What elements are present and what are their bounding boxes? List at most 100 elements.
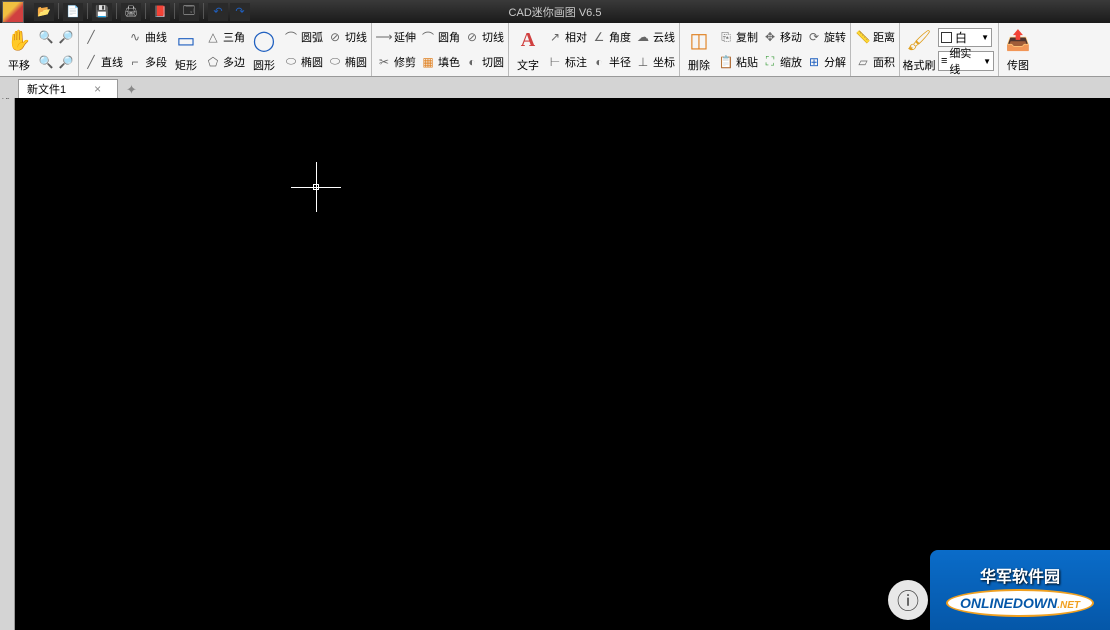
rotate-button[interactable]: ⟳旋转 xyxy=(804,25,848,49)
radius-button[interactable]: ◐半径 xyxy=(589,50,633,74)
fillet-button[interactable]: ⌒圆角 xyxy=(418,25,462,49)
measure-group: 📏距离 ▱面积 xyxy=(851,23,900,76)
cloud-button[interactable]: ☁云线 xyxy=(633,25,677,49)
decompose-button[interactable]: ⊞分解 xyxy=(804,50,848,74)
quick-access-toolbar: 📂 📄 💾 🖨 📕 🗔 ↶ ↷ xyxy=(34,3,250,21)
color-swatch xyxy=(941,32,952,43)
move-icon: ✥ xyxy=(762,29,778,45)
paste-button[interactable]: 📋粘贴 xyxy=(716,50,760,74)
redo-icon[interactable]: ↷ xyxy=(230,3,250,21)
draw-group: ╱ ╱直线 ∿曲线 ⌐多段 ▭ 矩形 △三角 ⬠多边 ◯ 圆形 ⌒圆弧 ⬭椭圆 … xyxy=(79,23,372,76)
line-label-button[interactable]: ╱直线 xyxy=(81,50,125,74)
scale-button[interactable]: ⛶缩放 xyxy=(760,50,804,74)
angle-icon: ∠ xyxy=(591,29,607,45)
trim-button[interactable]: ✂修剪 xyxy=(374,50,418,74)
pan-button[interactable]: ✋ 平移 xyxy=(2,24,36,75)
side-panel[interactable]: 图形 xyxy=(0,77,15,630)
add-tab-icon[interactable]: ✦ xyxy=(122,82,141,98)
ellipse2-icon: ⬭ xyxy=(327,54,343,70)
export-icon[interactable]: 📕 xyxy=(150,3,170,21)
modify-group: ⟶延伸 ✂修剪 ⌒圆角 ▦填色 ⊘切线 ◐切圆 xyxy=(372,23,509,76)
delete-button[interactable]: ◫ 删除 xyxy=(682,24,716,75)
zoom-all-button[interactable]: 🔎 xyxy=(56,50,76,74)
lineweight-select[interactable]: ≡ 细实线 ▼ xyxy=(938,51,994,71)
ellipse-button[interactable]: ⬭椭圆 xyxy=(281,50,325,74)
undo-icon[interactable]: ↶ xyxy=(208,3,228,21)
zoom-all-icon: 🔎 xyxy=(58,54,74,70)
text-button[interactable]: A 文字 xyxy=(511,24,545,75)
mark-icon: ⊢ xyxy=(547,54,563,70)
transfer-group: 📤 传图 xyxy=(999,23,1037,76)
rect-button[interactable]: ▭ 矩形 xyxy=(169,24,203,75)
area-button[interactable]: ▱面积 xyxy=(853,50,897,74)
copy-button[interactable]: ⎘复制 xyxy=(716,25,760,49)
triangle-icon: △ xyxy=(205,29,221,45)
new-icon[interactable]: 📄 xyxy=(63,3,83,21)
format-group: 🖌 格式刷 白 ▼ ≡ 细实线 ▼ xyxy=(900,23,999,76)
titlebar: 📂 📄 💾 🖨 📕 🗔 ↶ ↷ CAD迷你画图 V6.5 xyxy=(0,0,1110,23)
trim-icon: ✂ xyxy=(376,54,392,70)
transfer-button[interactable]: 📤 传图 xyxy=(1001,24,1035,75)
paste-icon: 📋 xyxy=(718,54,734,70)
curve-icon: ∿ xyxy=(127,29,143,45)
rotate-icon: ⟳ xyxy=(806,29,822,45)
area-icon: ▱ xyxy=(855,54,871,70)
chevron-down-icon: ▼ xyxy=(981,33,989,42)
ellipse2-button[interactable]: ⬭椭圆 xyxy=(325,50,369,74)
extend-icon: ⟶ xyxy=(376,29,392,45)
arc-icon: ⌒ xyxy=(283,29,299,45)
tangent2-icon: ⊘ xyxy=(464,29,480,45)
tabbar: 新文件1 × ✦ xyxy=(0,77,1110,98)
document-tab[interactable]: 新文件1 × xyxy=(18,79,118,98)
curve-button[interactable]: ∿曲线 xyxy=(125,25,169,49)
relative-icon: ↗ xyxy=(547,29,563,45)
print-icon[interactable]: 🖨 xyxy=(121,3,141,21)
ellipse-icon: ⬭ xyxy=(283,54,299,70)
format-brush-button[interactable]: 🖌 格式刷 xyxy=(902,24,936,75)
angle-button[interactable]: ∠角度 xyxy=(589,25,633,49)
polyline-button[interactable]: ⌐多段 xyxy=(125,50,169,74)
distance-button[interactable]: 📏距离 xyxy=(853,25,897,49)
rect-icon: ▭ xyxy=(172,26,200,54)
badge-cn-text: 华军软件园 xyxy=(980,563,1060,587)
eraser-icon: ◫ xyxy=(685,26,713,54)
polygon-button[interactable]: ⬠多边 xyxy=(203,50,247,74)
fill-button[interactable]: ▦填色 xyxy=(418,50,462,74)
circle-button[interactable]: ◯ 圆形 xyxy=(247,24,281,75)
window-icon[interactable]: 🗔 xyxy=(179,3,199,21)
tangent2-button[interactable]: ⊘切线 xyxy=(462,25,506,49)
copy-icon: ⎘ xyxy=(718,29,734,45)
window-title: CAD迷你画图 V6.5 xyxy=(509,4,602,20)
zoom-fit-icon: 🔍 xyxy=(38,54,54,70)
move-button[interactable]: ✥移动 xyxy=(760,25,804,49)
triangle-button[interactable]: △三角 xyxy=(203,25,247,49)
decompose-icon: ⊞ xyxy=(806,54,822,70)
tab-close-icon[interactable]: × xyxy=(94,82,101,96)
line-button[interactable]: ╱ xyxy=(81,25,125,49)
polyline-icon: ⌐ xyxy=(127,54,143,70)
chevron-down-icon: ▼ xyxy=(983,57,991,66)
save-icon[interactable]: 💾 xyxy=(92,3,112,21)
line-icon: ╱ xyxy=(83,29,99,45)
relative-button[interactable]: ↗相对 xyxy=(545,25,589,49)
mark-button[interactable]: ⊢标注 xyxy=(545,50,589,74)
tangent-button[interactable]: ⊘切线 xyxy=(325,25,369,49)
coord-icon: ⊥ xyxy=(635,54,651,70)
extend-button[interactable]: ⟶延伸 xyxy=(374,25,418,49)
edit-group: ◫ 删除 ⎘复制 📋粘贴 ✥移动 ⛶缩放 ⟳旋转 ⊞分解 xyxy=(680,23,851,76)
zoom-in-button[interactable]: 🔍 xyxy=(36,25,56,49)
text-group: A 文字 ↗相对 ⊢标注 ∠角度 ◐半径 ☁云线 ⊥坐标 xyxy=(509,23,680,76)
zoom-out-button[interactable]: 🔎 xyxy=(56,25,76,49)
tab-label: 新文件1 xyxy=(27,81,66,97)
coord-button[interactable]: ⊥坐标 xyxy=(633,50,677,74)
radius-icon: ◐ xyxy=(591,54,607,70)
app-logo[interactable] xyxy=(2,1,24,23)
arc-button[interactable]: ⌒圆弧 xyxy=(281,25,325,49)
zoom-fit-button[interactable]: 🔍 xyxy=(36,50,56,74)
hand-icon: ✋ xyxy=(5,26,33,54)
badge-en-text: ONLINEDOWN.NET xyxy=(946,589,1094,617)
tangentcircle-icon: ◐ xyxy=(464,54,480,70)
open-icon[interactable]: 📂 xyxy=(34,3,54,21)
brush-icon: 🖌 xyxy=(905,26,933,54)
tangentcircle-button[interactable]: ◐切圆 xyxy=(462,50,506,74)
